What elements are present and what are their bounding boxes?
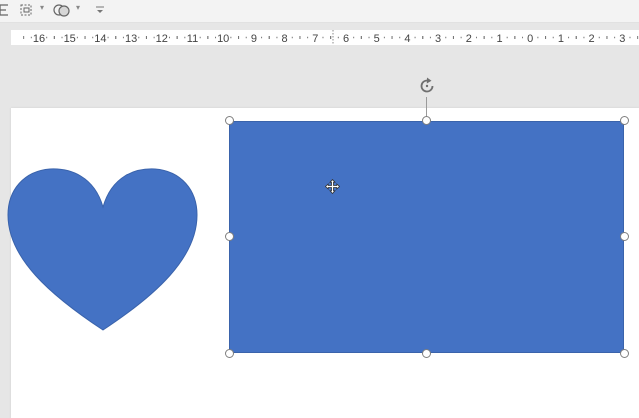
align-icon[interactable] [0, 2, 10, 18]
resize-handle-top-left[interactable] [225, 116, 234, 125]
horizontal-ruler[interactable]: 16 15 14 13 12 11 10 9 8 7 6 5 4 3 2 1 0 1 2 3 [11, 30, 639, 45]
resize-handle-bottom[interactable] [422, 349, 431, 358]
rotate-handle-icon[interactable] [417, 76, 437, 96]
ruler-tick-label: 2 [589, 33, 595, 45]
resize-handle-top-right[interactable] [620, 116, 629, 125]
ruler-tick-label: 3 [435, 33, 441, 45]
ruler-tick-label: 13 [125, 33, 137, 45]
customize-toolbar-icon[interactable] [94, 2, 106, 18]
ruler-tick-label: 7 [312, 33, 318, 45]
ruler-tick-label: 1 [558, 33, 564, 45]
group-icon[interactable] [18, 2, 36, 18]
ruler-tick-label: 8 [282, 33, 288, 45]
resize-handle-bottom-right[interactable] [620, 349, 629, 358]
ruler-tick-label: 10 [217, 33, 229, 45]
quick-access-toolbar: ▾ ▾ [0, 0, 639, 23]
ruler-tick-label: 12 [156, 33, 168, 45]
ruler-tick-label: 2 [466, 33, 472, 45]
resize-handle-left[interactable] [225, 232, 234, 241]
ruler-ticks: 16 15 14 13 12 11 10 9 8 7 6 5 4 3 2 1 0 1 2 3 [23, 30, 639, 45]
merge-shapes-icon[interactable] [52, 2, 72, 18]
ruler-tick-label: 14 [94, 33, 106, 45]
ruler-tick-label: 6 [343, 33, 349, 45]
ruler-tick-label: 5 [374, 33, 380, 45]
chevron-down-icon[interactable]: ▾ [40, 3, 44, 12]
resize-handle-right[interactable] [620, 232, 629, 241]
ruler-tick-label: 11 [187, 33, 198, 45]
resize-handle-bottom-left[interactable] [225, 349, 234, 358]
ruler-tick-label: 4 [404, 33, 410, 45]
ruler-tick-label: 1 [496, 33, 502, 45]
ruler-tick-label: 9 [251, 33, 257, 45]
ruler-tick-label: 3 [619, 33, 625, 45]
rectangle-shape[interactable] [229, 121, 624, 353]
ruler-tick-label: 16 [33, 33, 45, 45]
move-cursor-icon [324, 178, 341, 195]
chevron-down-icon[interactable]: ▾ [76, 3, 80, 12]
ruler-tick-label: 0 [527, 33, 533, 45]
resize-handle-top[interactable] [422, 116, 431, 125]
ruler-tick-label: 15 [64, 33, 76, 45]
